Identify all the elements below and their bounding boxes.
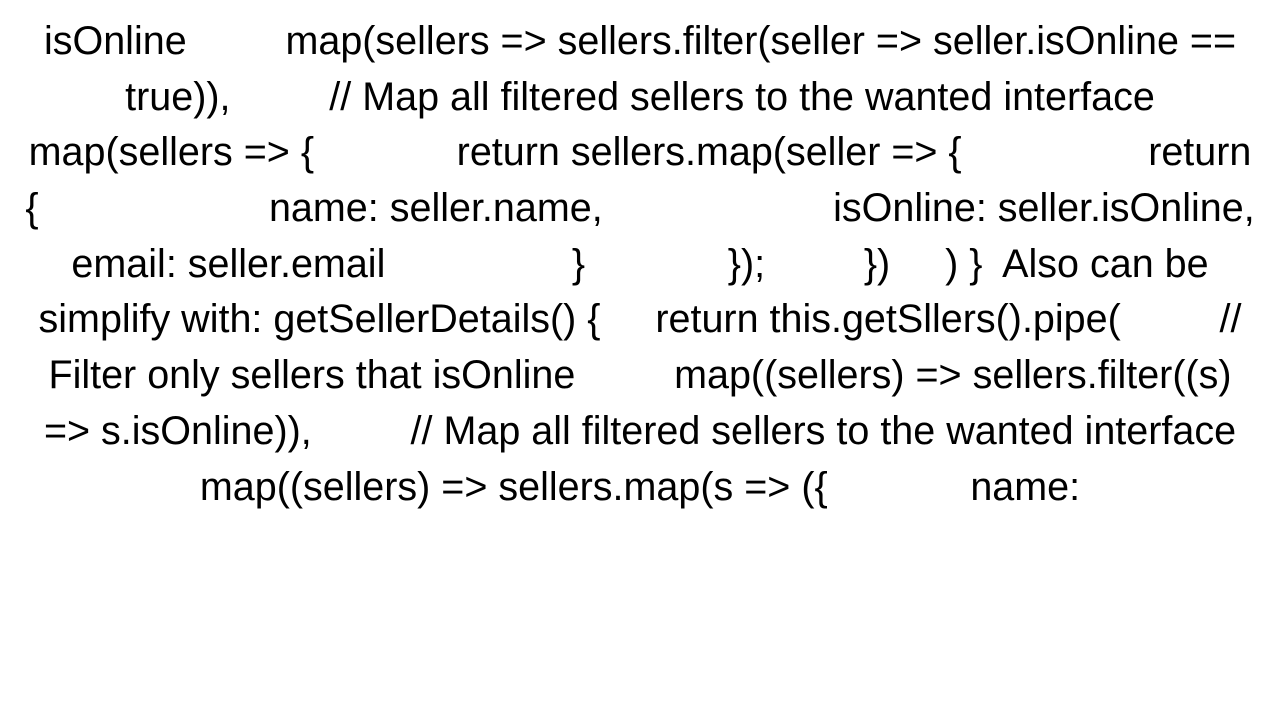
code-text-block: isOnline map(sellers => sellers.filter(s… [0, 0, 1280, 720]
